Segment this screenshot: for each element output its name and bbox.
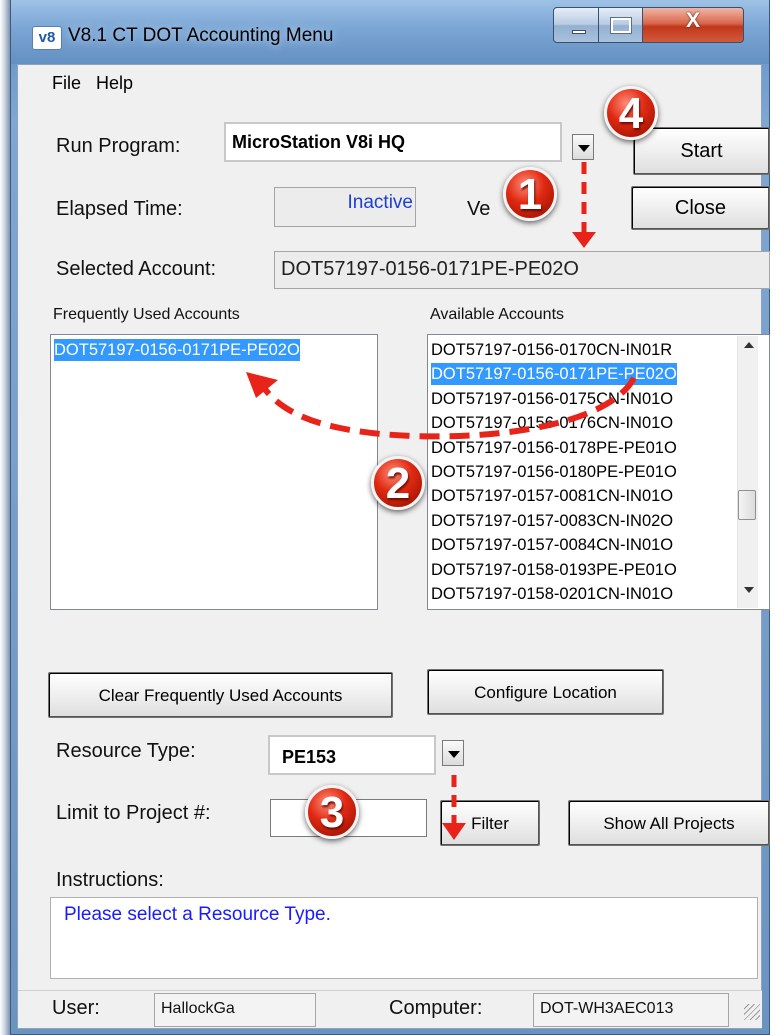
arrowhead-selected-account <box>572 232 596 248</box>
callout-badge-4: 4 <box>604 86 658 140</box>
annotation-arrows <box>246 162 637 840</box>
arrowhead-instructions <box>442 823 466 840</box>
callout-badge-1: 1 <box>503 167 557 221</box>
arrowhead-frequent-list <box>246 372 278 398</box>
arrow-to-frequent-list <box>259 376 637 440</box>
callout-badge-2: 2 <box>371 456 425 510</box>
callout-badge-3: 3 <box>305 785 359 839</box>
